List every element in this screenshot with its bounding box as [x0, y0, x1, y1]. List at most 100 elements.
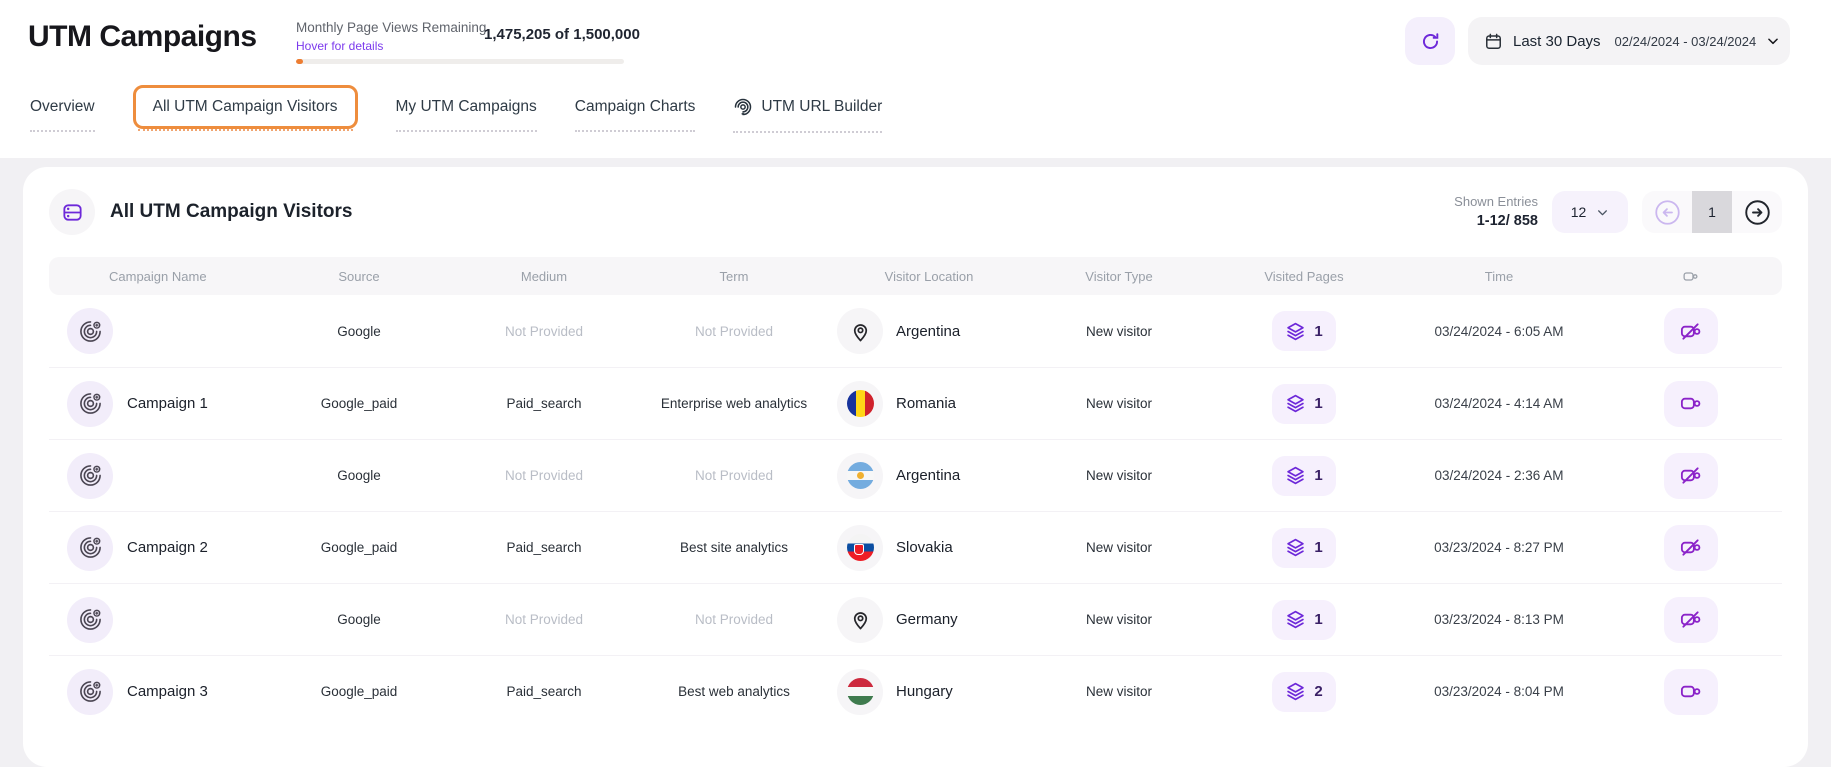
recording-button[interactable] [1664, 597, 1718, 643]
medium-value: Not Provided [449, 468, 639, 483]
video-icon [1679, 680, 1702, 703]
recording-button[interactable] [1664, 669, 1718, 715]
date-range-value: 02/24/2024 - 03/24/2024 [1615, 34, 1757, 49]
campaign-target-icon [67, 308, 113, 354]
recording-button[interactable] [1664, 381, 1718, 427]
visited-pages-badge[interactable]: 2 [1272, 672, 1336, 712]
date-range-picker[interactable]: Last 30 Days 02/24/2024 - 03/24/2024 [1468, 17, 1790, 65]
table-row[interactable]: Google Not Provided Not Provided Argenti… [49, 439, 1782, 511]
medium-value: Paid_search [449, 540, 639, 555]
page-size-dropdown[interactable]: 12 [1552, 191, 1628, 233]
recording-button[interactable] [1664, 453, 1718, 499]
prev-page-button[interactable] [1642, 191, 1692, 233]
page-title: UTM Campaigns [28, 20, 257, 54]
recording-button[interactable] [1664, 308, 1718, 354]
tab-utm-url-builder-label: UTM URL Builder [761, 98, 882, 116]
table-row[interactable]: Campaign 3 Google_paid Paid_search Best … [49, 655, 1782, 727]
current-page-indicator[interactable]: 1 [1692, 191, 1732, 233]
col-source: Source [269, 269, 449, 284]
visited-pages-badge[interactable]: 1 [1272, 456, 1336, 496]
time-value: 03/24/2024 - 6:05 AM [1399, 324, 1599, 339]
video-icon [1679, 392, 1702, 415]
location-icon [837, 453, 883, 499]
time-value: 03/24/2024 - 4:14 AM [1399, 396, 1599, 411]
tab-my-utm-campaigns[interactable]: My UTM Campaigns [396, 98, 537, 116]
campaign-target-icon [67, 669, 113, 715]
term-value: Best web analytics [639, 684, 829, 699]
chevron-down-icon [1766, 34, 1780, 48]
layers-icon [1285, 393, 1306, 414]
campaign-name: Campaign 1 [127, 395, 208, 412]
pagination: 1 [1642, 191, 1782, 233]
location-name: Romania [896, 395, 956, 412]
time-value: 03/23/2024 - 8:13 PM [1399, 612, 1599, 627]
visited-pages-badge[interactable]: 1 [1272, 384, 1336, 424]
visited-pages-count: 1 [1314, 611, 1322, 628]
campaign-name: Campaign 2 [127, 539, 208, 556]
next-page-button[interactable] [1732, 191, 1782, 233]
col-time: Time [1399, 269, 1599, 284]
hover-for-details-link[interactable]: Hover for details [296, 39, 383, 53]
col-visitor-location: Visitor Location [829, 269, 1029, 284]
arrow-right-circle-icon [1744, 199, 1771, 226]
campaign-target-icon [67, 453, 113, 499]
location-name: Argentina [896, 323, 960, 340]
visited-pages-badge[interactable]: 1 [1272, 600, 1336, 640]
location-icon [837, 597, 883, 643]
video-off-icon [1679, 464, 1702, 487]
table-row[interactable]: Google Not Provided Not Provided Germany… [49, 583, 1782, 655]
camera-icon [1682, 268, 1699, 285]
location-icon [837, 381, 883, 427]
layers-icon [1285, 465, 1306, 486]
col-recording [1599, 268, 1782, 285]
source-value: Google [269, 468, 449, 483]
medium-value: Not Provided [449, 324, 639, 339]
term-value: Best site analytics [639, 540, 829, 555]
layers-icon [1285, 609, 1306, 630]
date-preset-label: Last 30 Days [1513, 33, 1601, 50]
tab-campaign-charts[interactable]: Campaign Charts [575, 98, 696, 116]
location-icon [837, 308, 883, 354]
visitor-type-value: New visitor [1029, 468, 1209, 483]
campaign-target-icon [67, 597, 113, 643]
page-views-progress-fill [296, 59, 303, 64]
panel-title: All UTM Campaign Visitors [110, 201, 352, 223]
shown-entries-value: 1-12/ 858 [1454, 212, 1538, 230]
country-flag-icon [847, 534, 874, 561]
table-row[interactable]: Google Not Provided Not Provided Argenti… [49, 295, 1782, 367]
source-value: Google_paid [269, 396, 449, 411]
col-visitor-type: Visitor Type [1029, 269, 1209, 284]
campaign-target-icon [67, 381, 113, 427]
tab-utm-url-builder[interactable]: UTM URL Builder [733, 97, 882, 117]
table-row[interactable]: Campaign 1 Google_paid Paid_search Enter… [49, 367, 1782, 439]
visitor-type-value: New visitor [1029, 540, 1209, 555]
layers-icon [1285, 681, 1306, 702]
tab-overview[interactable]: Overview [30, 98, 95, 116]
chevron-down-icon [1596, 206, 1609, 219]
tab-bar: Overview All UTM Campaign Visitors My UT… [30, 82, 882, 132]
country-flag-icon [847, 678, 874, 705]
term-value: Not Provided [639, 612, 829, 627]
location-name: Argentina [896, 467, 960, 484]
video-off-icon [1679, 608, 1702, 631]
recording-button[interactable] [1664, 525, 1718, 571]
medium-value: Not Provided [449, 612, 639, 627]
page-views-progressbar [296, 59, 624, 64]
map-pin-icon [849, 320, 872, 343]
col-campaign-name: Campaign Name [49, 269, 269, 284]
layers-icon [1285, 321, 1306, 342]
refresh-button[interactable] [1405, 17, 1455, 65]
arrow-left-circle-icon [1654, 199, 1681, 226]
tab-all-utm-campaign-visitors[interactable]: All UTM Campaign Visitors [133, 85, 358, 129]
campaign-name: Campaign 3 [127, 683, 208, 700]
video-off-icon [1679, 320, 1702, 343]
visitor-type-value: New visitor [1029, 324, 1209, 339]
visited-pages-badge[interactable]: 1 [1272, 528, 1336, 568]
visitor-type-value: New visitor [1029, 396, 1209, 411]
table-row[interactable]: Campaign 2 Google_paid Paid_search Best … [49, 511, 1782, 583]
table-data-icon [49, 189, 95, 235]
visited-pages-badge[interactable]: 1 [1272, 311, 1336, 351]
map-pin-icon [849, 608, 872, 631]
page-views-label: Monthly Page Views Remaining [296, 20, 486, 35]
visitors-panel: All UTM Campaign Visitors Shown Entries … [23, 167, 1808, 767]
